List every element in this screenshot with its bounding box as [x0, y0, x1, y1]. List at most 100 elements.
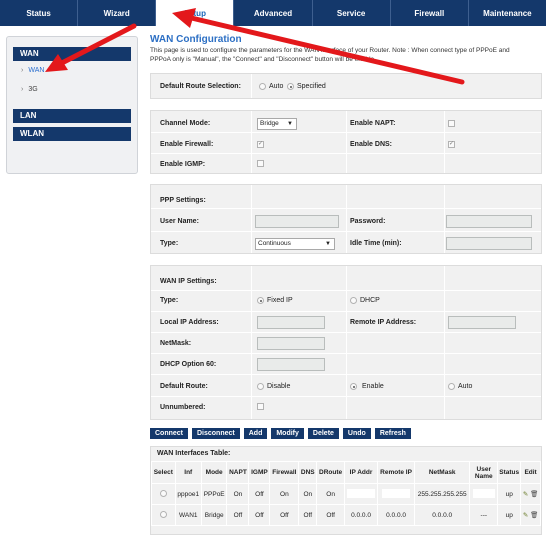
route-auto-label: Auto — [269, 83, 284, 90]
description-line: This page is used to configure the param… — [150, 47, 510, 54]
undo-button[interactable]: Undo — [342, 428, 371, 439]
dhcp-radio[interactable] — [350, 297, 357, 304]
enable-igmp-checkbox[interactable] — [257, 160, 264, 167]
netmask-input[interactable] — [257, 337, 325, 350]
local-ip-input[interactable] — [257, 316, 325, 329]
edit-cell: ✎ 🗑 — [520, 483, 541, 505]
column-header: IGMP — [248, 461, 271, 484]
napt-cell: Off — [226, 504, 250, 526]
edit-icon[interactable]: ✎ — [523, 491, 528, 498]
default-route-disable-radio[interactable] — [257, 383, 264, 390]
default-route-auto-label: Auto — [458, 383, 473, 390]
dropdown-arrow-icon: ▼ — [287, 121, 293, 127]
column-header: NAPT — [226, 461, 250, 484]
column-header: NetMask — [414, 461, 471, 484]
ppp-type-select[interactable]: Continuous ▼ — [255, 238, 335, 250]
fixed-ip-radio[interactable] — [257, 297, 264, 304]
edit-icon[interactable]: ✎ — [523, 512, 528, 519]
inf-cell: WAN1 — [174, 504, 202, 526]
dns-cell: Off — [298, 504, 318, 526]
route-specified-radio[interactable] — [287, 83, 294, 90]
column-header: Status — [497, 461, 522, 484]
sidebar-item-3g[interactable]: › 3G — [13, 80, 131, 99]
sidebar-group-lan[interactable]: LAN — [13, 109, 131, 123]
delete-button[interactable]: Delete — [307, 428, 339, 439]
row-select-radio[interactable] — [159, 510, 167, 518]
user-name-cell — [469, 483, 499, 505]
user-name-input[interactable] — [255, 215, 339, 228]
table-row: WAN1 Bridge Off Off Off Off Off 0.0.0.0 … — [151, 504, 541, 526]
disconnect-button[interactable]: Disconnect — [192, 428, 240, 439]
remote-ip-input[interactable] — [448, 316, 516, 329]
channel-mode-select[interactable]: Bridge ▼ — [257, 118, 297, 130]
dhcp-option-60-label: DHCP Option 60: — [160, 361, 217, 368]
connect-button[interactable]: Connect — [150, 428, 188, 439]
channel-panel: Channel Mode: Bridge ▼ Enable NAPT: Enab… — [150, 110, 542, 174]
tab-setup[interactable]: Setup — [155, 0, 234, 26]
mode-cell: PPPoE — [200, 483, 228, 505]
page-title: WAN Configuration — [150, 34, 242, 45]
page-description: This page is used to configure the param… — [150, 47, 542, 64]
redacted-value — [382, 488, 411, 498]
default-route-auto-radio[interactable] — [448, 383, 455, 390]
remote-ip-cell — [377, 483, 416, 505]
enable-firewall-checkbox[interactable]: ✓ — [257, 141, 264, 148]
trash-icon[interactable]: 🗑 — [530, 512, 538, 519]
trash-icon[interactable]: 🗑 — [530, 491, 538, 498]
sidebar-group-wlan[interactable]: WLAN — [13, 127, 131, 141]
wan-interfaces-table: WAN Interfaces Table: Select Inf Mode NA… — [150, 446, 542, 535]
tab-service[interactable]: Service — [311, 0, 390, 26]
edit-cell: ✎ 🗑 — [520, 504, 541, 526]
dhcp-option-60-input[interactable] — [257, 358, 325, 371]
tab-wizard[interactable]: Wizard — [77, 0, 155, 26]
redacted-value — [347, 488, 376, 498]
netmask-cell: 255.255.255.255 — [414, 483, 471, 505]
default-route-label: Default Route Selection: — [160, 83, 241, 90]
column-header: Inf — [174, 461, 202, 484]
ppp-type-value: Continuous — [258, 240, 291, 247]
add-button[interactable]: Add — [243, 428, 268, 439]
password-input[interactable] — [446, 215, 532, 228]
tab-maintenance[interactable]: Maintenance — [467, 0, 546, 26]
netmask-cell: 0.0.0.0 — [414, 504, 471, 526]
column-header: Edit — [520, 461, 541, 484]
modify-button[interactable]: Modify — [271, 428, 304, 439]
unnumbered-label: Unnumbered: — [160, 404, 206, 411]
unnumbered-checkbox[interactable] — [257, 403, 264, 410]
ip-addr-cell: 0.0.0.0 — [344, 504, 379, 526]
firewall-cell: Off — [269, 504, 300, 526]
wan-ip-settings-heading: WAN IP Settings: — [160, 278, 217, 285]
tab-firewall[interactable]: Firewall — [389, 0, 468, 26]
sidebar-item-label: 3G — [28, 86, 38, 93]
igmp-cell: Off — [248, 504, 271, 526]
user-name-cell: --- — [469, 504, 499, 526]
droute-cell: On — [316, 483, 346, 505]
refresh-button[interactable]: Refresh — [374, 428, 411, 439]
enable-dns-checkbox[interactable]: ✓ — [448, 141, 455, 148]
default-route-panel: Default Route Selection: Auto Specified — [150, 73, 542, 99]
sidebar-group-wan[interactable]: WAN — [13, 47, 131, 61]
dhcp-label: DHCP — [360, 297, 380, 304]
tab-status[interactable]: Status — [0, 0, 77, 26]
enable-firewall-label: Enable Firewall: — [160, 141, 214, 148]
tab-advanced[interactable]: Advanced — [233, 0, 311, 26]
top-nav: Status Wizard Setup Advanced Service Fir… — [0, 0, 546, 26]
row-select-radio[interactable] — [159, 489, 167, 497]
status-cell: up — [497, 504, 522, 526]
redacted-value — [472, 488, 495, 498]
wan-ip-settings-panel: WAN IP Settings: Type: Fixed IP DHCP Loc… — [150, 265, 542, 420]
column-header: User Name — [469, 461, 499, 484]
enable-dns-label: Enable DNS: — [350, 141, 393, 148]
column-header: DNS — [298, 461, 318, 484]
status-cell: up — [497, 483, 522, 505]
default-route-enable-radio[interactable] — [350, 383, 357, 390]
sidebar-item-wan[interactable]: › WAN — [13, 61, 131, 80]
enable-napt-checkbox[interactable] — [448, 120, 455, 127]
route-auto-radio[interactable] — [259, 83, 266, 90]
chevron-right-icon: › — [21, 67, 24, 74]
channel-mode-label: Channel Mode: — [160, 120, 211, 127]
idle-time-input[interactable] — [446, 237, 532, 250]
chevron-right-icon: › — [21, 86, 24, 93]
column-header: IP Addr — [344, 461, 379, 484]
ip-addr-cell — [344, 483, 379, 505]
